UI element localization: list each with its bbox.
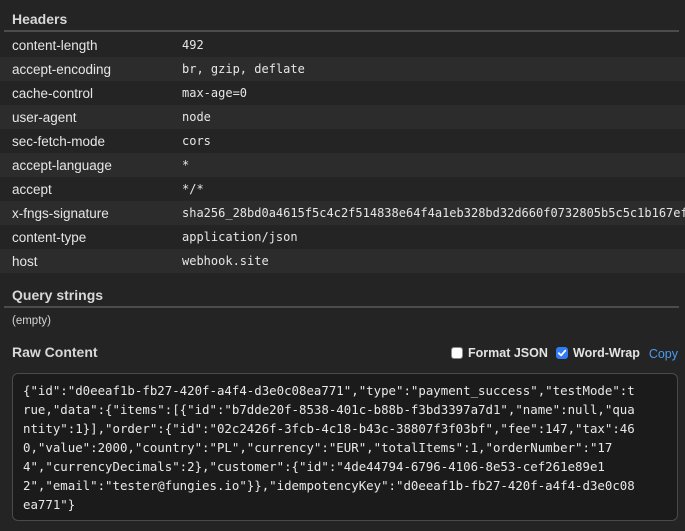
header-key: user-agent [12, 109, 77, 125]
header-row: user-agent node [0, 105, 685, 129]
raw-content-line: 4","currencyDecimals":2},"customer":{"id… [23, 459, 605, 474]
copy-button[interactable]: Copy [649, 347, 678, 361]
format-json-label: Format JSON [468, 346, 548, 360]
header-value: cors [182, 134, 211, 148]
raw-content-box[interactable]: {"id":"d0eeaf1b-fb27-420f-a4f4-d3e0c08ea… [12, 373, 678, 521]
word-wrap-toggle[interactable]: Word-Wrap [556, 346, 640, 360]
header-key: accept [12, 181, 52, 197]
header-key: host [12, 253, 38, 269]
header-key: x-fngs-signature [12, 205, 109, 221]
header-row: x-fngs-signature sha256_28bd0a4615f5c4c2f… [0, 201, 685, 225]
raw-content-title: Raw Content [12, 344, 98, 360]
raw-content-line: 2","email":"tester@fungies.io"}},"idempo… [23, 478, 635, 493]
header-row: host webhook.site [0, 249, 685, 273]
headers-title: Headers [12, 11, 68, 27]
header-key: cache-control [12, 85, 94, 101]
header-row: accept */* [0, 177, 685, 201]
header-row: content-length 492 [0, 33, 685, 57]
header-key: content-type [12, 229, 87, 245]
header-key: accept-encoding [12, 61, 112, 77]
raw-content-line: ea771"} [23, 497, 76, 512]
header-row: cache-control max-age=0 [0, 81, 685, 105]
header-value: webhook.site [182, 254, 269, 268]
header-value: sha256_28bd0a4615f5c4c2f514838e64f4a1eb3… [182, 206, 685, 220]
header-key: sec-fetch-mode [12, 133, 106, 149]
header-row: accept-encoding br, gzip, deflate [0, 57, 685, 81]
raw-content-line: ntity":1}],"order":{"id":"02c2426f-3fcb-… [23, 421, 635, 436]
word-wrap-label: Word-Wrap [573, 346, 640, 360]
header-value: application/json [182, 230, 298, 244]
header-value: 492 [182, 38, 204, 52]
header-row: content-type application/json [0, 225, 685, 249]
header-value: * [182, 158, 190, 172]
headers-divider [4, 30, 679, 32]
headers-table: content-length 492 accept-encoding br, gzip… [0, 33, 685, 273]
format-json-checkbox[interactable] [451, 347, 463, 359]
format-json-toggle[interactable]: Format JSON [451, 346, 548, 360]
raw-content-line: {"id":"d0eeaf1b-fb27-420f-a4f4-d3e0c08ea… [23, 383, 635, 398]
header-row: accept-language * [0, 153, 685, 177]
header-key: accept-language [12, 157, 112, 173]
raw-content-line: rue,"data":{"items":[{"id":"b7dde20f-853… [23, 402, 635, 417]
header-row: sec-fetch-mode cors [0, 129, 685, 153]
query-strings-empty: (empty) [12, 315, 51, 327]
word-wrap-checkbox[interactable] [556, 347, 568, 359]
header-value: max-age=0 [182, 86, 248, 100]
header-value: */* [182, 182, 204, 196]
query-strings-title: Query strings [12, 287, 104, 303]
header-value: br, gzip, deflate [182, 62, 305, 76]
header-value: node [182, 110, 211, 124]
query-strings-divider [4, 306, 679, 308]
header-key: content-length [12, 37, 98, 53]
raw-content-line: 0,"value":2000,"country":"PL","currency"… [23, 440, 613, 455]
raw-content-header: Raw Content Format JSON Word-Wrap Copy [0, 336, 685, 366]
checkmark-icon [557, 349, 567, 357]
